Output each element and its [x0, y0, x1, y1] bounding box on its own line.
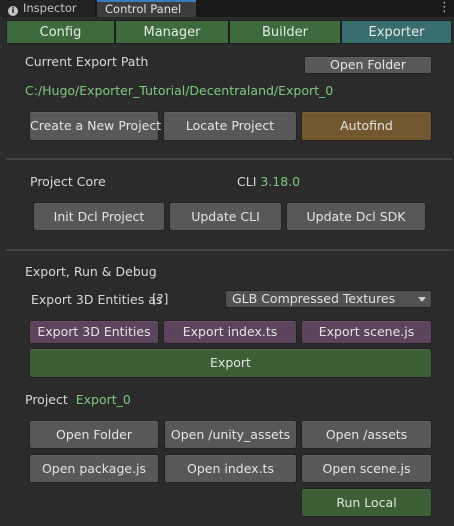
- export-format-selected: GLB Compressed Textures: [232, 291, 396, 306]
- locate-project-button[interactable]: Locate Project: [163, 111, 297, 141]
- mode-tab-config[interactable]: Config: [6, 20, 115, 44]
- export-scene-js-button[interactable]: Export scene.js: [301, 320, 432, 344]
- export-3d-entities-button[interactable]: Export 3D Entities: [29, 320, 159, 344]
- info-icon: i: [8, 6, 18, 16]
- export-run-debug-heading: Export, Run & Debug: [25, 264, 157, 279]
- section-divider: [6, 249, 452, 251]
- section-divider: [6, 158, 452, 160]
- tab-inspector[interactable]: i Inspector: [0, 0, 96, 17]
- create-new-project-button[interactable]: Create a New Project: [29, 111, 161, 141]
- dropdown-arrow-icon: [418, 297, 426, 302]
- tab-inspector-label: Inspector: [23, 1, 77, 15]
- cli-version: 3.18.0: [260, 174, 301, 189]
- export-button[interactable]: Export: [29, 348, 432, 378]
- run-local-button[interactable]: Run Local: [301, 488, 432, 517]
- project-name: Export_0: [75, 392, 131, 407]
- mode-tab-manager[interactable]: Manager: [115, 20, 229, 44]
- open-index-ts-button[interactable]: Open index.ts: [164, 454, 297, 483]
- help-link[interactable]: [?]: [152, 291, 168, 306]
- mode-tab-builder[interactable]: Builder: [229, 20, 341, 44]
- export-format-dropdown[interactable]: GLB Compressed Textures: [225, 290, 432, 308]
- export-path-heading: Current Export Path: [25, 54, 149, 69]
- open-scene-js-button[interactable]: Open scene.js: [301, 454, 432, 483]
- mode-tab-exporter[interactable]: Exporter: [341, 20, 452, 44]
- export-index-ts-button[interactable]: Export index.ts: [163, 320, 297, 344]
- open-unity-assets-button[interactable]: Open /unity_assets: [164, 420, 297, 449]
- open-package-js-button[interactable]: Open package.js: [29, 454, 159, 483]
- open-folder-button[interactable]: Open Folder: [304, 56, 432, 74]
- project-row: Project Export_0: [25, 392, 131, 407]
- tab-control-panel-label: Control Panel: [105, 2, 182, 16]
- export-path-value: C:/Hugo/Exporter_Tutorial/Decentraland/E…: [25, 83, 334, 98]
- export-entities-label: Export 3D Entities as: [31, 292, 163, 307]
- cli-label: CLI: [237, 174, 257, 189]
- project-core-heading: Project Core: [30, 174, 106, 189]
- more-options-icon[interactable]: ⋮: [438, 0, 451, 17]
- update-dcl-sdk-button[interactable]: Update Dcl SDK: [286, 202, 426, 231]
- update-cli-button[interactable]: Update CLI: [169, 202, 282, 231]
- open-assets-button[interactable]: Open /assets: [301, 420, 432, 449]
- open-project-folder-button[interactable]: Open Folder: [29, 420, 159, 449]
- cli-version-row: CLI 3.18.0: [237, 174, 300, 189]
- autofind-button[interactable]: Autofind: [301, 111, 432, 141]
- project-label: Project: [25, 392, 68, 407]
- init-dcl-project-button[interactable]: Init Dcl Project: [33, 202, 165, 231]
- tab-control-panel[interactable]: Control Panel: [97, 0, 196, 17]
